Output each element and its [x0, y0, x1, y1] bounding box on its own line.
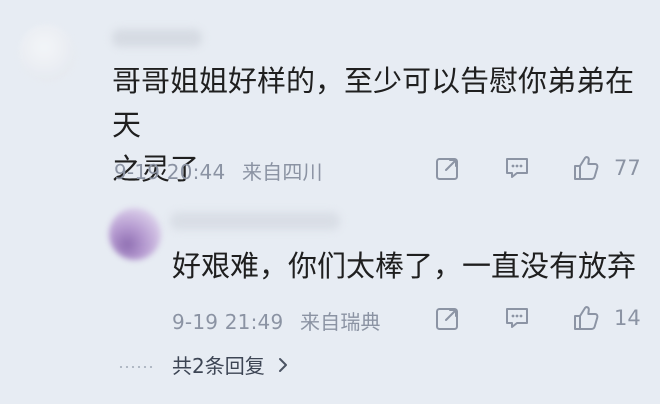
reply-thread-dots: [118, 366, 154, 368]
reply-username-blurred: [170, 212, 340, 230]
reply-avatar: [109, 208, 161, 260]
reply-like-icon[interactable]: [572, 304, 600, 332]
main-avatar: [18, 24, 76, 82]
main-meta: 9-19 20:44 来自四川: [114, 156, 333, 185]
reply-count-label: 共2条回复: [172, 354, 265, 378]
reply-like-count: 14: [614, 306, 641, 330]
main-share-icon[interactable]: [434, 154, 462, 182]
main-username-blurred: [112, 29, 202, 47]
main-comment-time: 9-19 20:44: [114, 160, 226, 184]
reply-comment-text: 好艰难，你们太棒了，一直没有放弃: [172, 249, 637, 283]
main-like-icon[interactable]: [572, 154, 600, 182]
reply-share-icon[interactable]: [434, 304, 462, 332]
main-comment-icon[interactable]: [503, 154, 531, 182]
main-like-count: 77: [614, 156, 641, 180]
reply-meta: 9-19 21:49 来自瑞典: [172, 306, 391, 335]
reply-comment-time: 9-19 21:49: [172, 310, 284, 334]
chevron-right-icon: [278, 357, 287, 372]
view-replies-link[interactable]: 共2条回复: [172, 350, 291, 379]
main-comment-source: 来自四川: [241, 160, 323, 184]
reply-comment-icon[interactable]: [503, 304, 531, 332]
reply-comment-source: 来自瑞典: [299, 310, 381, 334]
